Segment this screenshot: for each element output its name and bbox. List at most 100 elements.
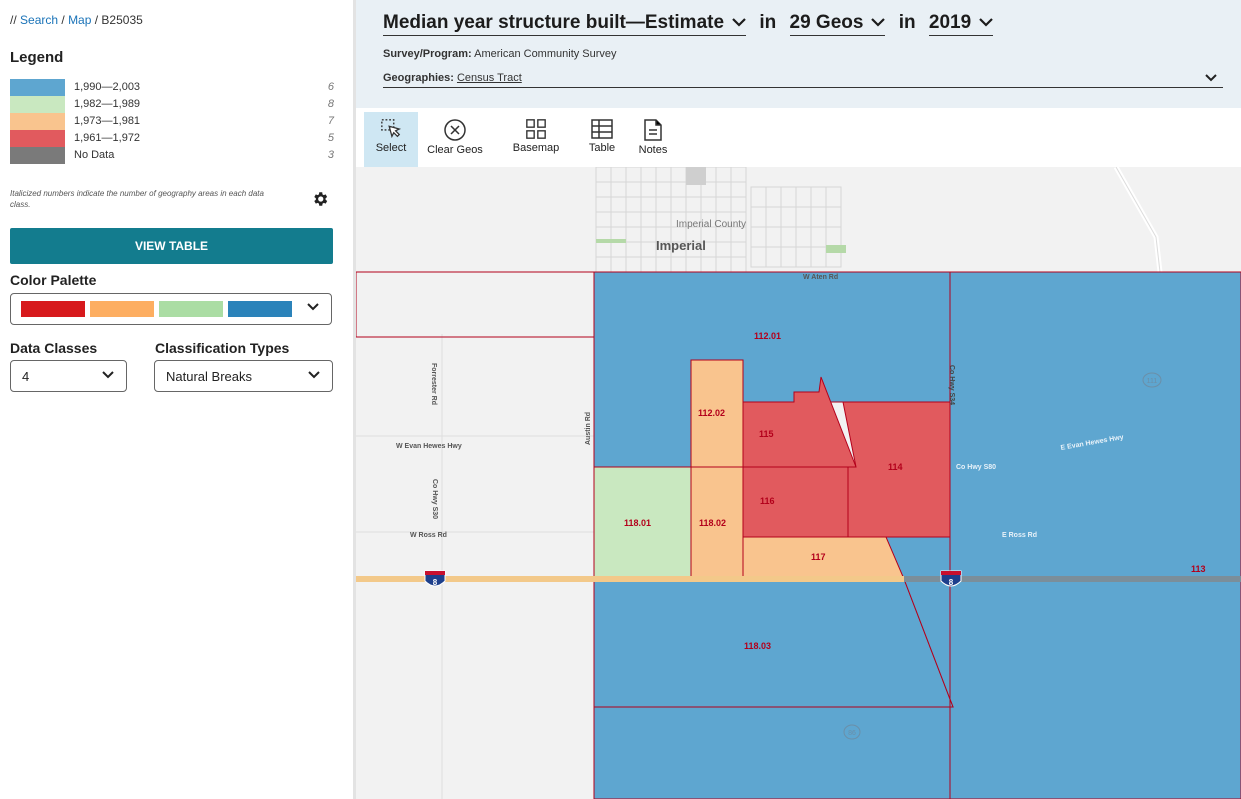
legend-swatch	[10, 96, 65, 113]
breadcrumb-sep: /	[91, 13, 102, 27]
state-route-shield-label: 86	[848, 730, 856, 737]
legend-swatch	[10, 113, 65, 130]
legend-swatch	[10, 79, 65, 96]
road-label: W Aten Rd	[803, 274, 838, 281]
tract-118-03[interactable]	[593, 578, 954, 708]
geos-dropdown[interactable]: 29 Geos	[789, 12, 886, 36]
data-classes-label: Data Classes	[10, 340, 98, 356]
breadcrumb: // Search / Map / B25035	[10, 13, 143, 27]
legend-count: 7	[327, 115, 334, 127]
map-canvas[interactable]: 8 8 111 86 Imperial County Imperial W At…	[356, 167, 1241, 799]
road-label: W Ross Rd	[410, 532, 447, 539]
road-label: Co Hwy S80	[956, 464, 996, 471]
city-label: Imperial	[656, 238, 706, 253]
year-dropdown[interactable]: 2019	[928, 12, 994, 36]
building-area	[686, 167, 706, 185]
sidebar: // Search / Map / B25035 Legend 1,990—2,…	[0, 0, 345, 799]
tract-label: 115	[759, 429, 774, 439]
legend-range: 1,990—2,003	[74, 81, 141, 93]
view-table-button[interactable]: VIEW TABLE	[10, 228, 333, 264]
chevron-down-icon	[102, 371, 114, 379]
geographies-dropdown[interactable]: Geographies: Census Tract	[383, 72, 1223, 88]
data-classes-select[interactable]: 4	[10, 360, 127, 392]
road-label: Austin Rd	[585, 412, 592, 445]
tract-label: 113	[1191, 564, 1206, 574]
in-word: in	[759, 12, 777, 33]
breadcrumb-prefix: //	[10, 13, 21, 27]
legend-item: 1,961—1,972 5	[10, 130, 334, 147]
interstate-shield-label: 8	[949, 578, 954, 587]
legend-item: 1,982—1,989 8	[10, 96, 334, 113]
basemap-label: Basemap	[512, 142, 560, 154]
palette-swatch	[159, 301, 223, 317]
tract-label: 116	[760, 496, 775, 506]
legend-item: 1,990—2,003 6	[10, 79, 334, 96]
notes-icon	[644, 119, 662, 141]
variable-dropdown[interactable]: Median year structure built—Estimate	[383, 12, 747, 36]
survey-label: Survey/Program:	[383, 48, 472, 60]
palette-swatch	[21, 301, 85, 317]
park-area	[596, 239, 626, 243]
breadcrumb-search-link[interactable]: Search	[20, 13, 58, 27]
basemap-button[interactable]: Basemap	[506, 112, 566, 167]
tract-label: 114	[888, 462, 903, 472]
legend-note: Italicized numbers indicate the number o…	[10, 189, 264, 209]
gear-icon[interactable]	[311, 190, 329, 208]
legend-list: 1,990—2,003 6 1,982—1,989 8 1,973—1,981 …	[10, 79, 334, 164]
notes-label: Notes	[638, 144, 668, 156]
survey-line: Survey/Program: American Community Surve…	[383, 48, 617, 60]
table-button[interactable]: Table	[582, 112, 622, 167]
legend-range: No Data	[74, 149, 115, 161]
breadcrumb-sep: /	[58, 13, 69, 27]
palette-swatch	[90, 301, 154, 317]
tract-label: 118.03	[744, 641, 771, 651]
table-icon	[591, 119, 613, 139]
select-tool-button[interactable]: Select	[364, 112, 418, 167]
state-route-shield-label: 111	[1147, 378, 1158, 385]
notes-button[interactable]: Notes	[632, 112, 674, 167]
year-label: 2019	[928, 12, 972, 33]
choropleth-map[interactable]: 8 8 111 86 Imperial County Imperial W At…	[356, 167, 1241, 799]
tract-label: 112.01	[754, 331, 781, 341]
color-palette-label: Color Palette	[10, 272, 97, 288]
chevron-down-icon	[979, 18, 993, 28]
survey-value: American Community Survey	[474, 48, 617, 60]
interstate-shield-label: 8	[433, 578, 438, 587]
chevron-down-icon	[732, 18, 746, 28]
geographies-value: Census Tract	[456, 72, 522, 84]
legend-swatch	[10, 130, 65, 147]
geographies-label: Geographies:	[383, 72, 454, 84]
color-palette-select[interactable]	[10, 293, 332, 325]
breadcrumb-map-link[interactable]: Map	[68, 13, 91, 27]
tract-label: 112.02	[698, 408, 725, 418]
legend-range: 1,973—1,981	[74, 115, 141, 127]
palette-swatch	[228, 301, 292, 317]
chevron-down-icon	[871, 18, 886, 28]
legend-count: 6	[327, 81, 334, 93]
variable-label: Median year structure built—Estimate	[383, 12, 725, 33]
chevron-down-icon	[1205, 74, 1217, 82]
map-header: Median year structure built—Estimate in …	[356, 0, 1241, 108]
chevron-down-icon	[308, 371, 320, 379]
classification-types-label: Classification Types	[155, 340, 290, 356]
in-word: in	[898, 12, 916, 33]
classification-types-select[interactable]: Natural Breaks	[154, 360, 333, 392]
county-label: Imperial County	[676, 219, 746, 230]
tract-label: 117	[811, 552, 826, 562]
select-tool-label: Select	[375, 142, 407, 154]
clear-icon	[444, 119, 466, 141]
road-label: Co Hwy S34	[948, 365, 955, 405]
geos-label: 29 Geos	[789, 12, 864, 33]
tract-113[interactable]	[949, 271, 1241, 799]
data-classes-value: 4	[22, 369, 30, 384]
clear-geos-button[interactable]: Clear Geos	[424, 112, 486, 167]
legend-swatch	[10, 147, 65, 164]
road-label: W Evan Hewes Hwy	[396, 443, 462, 450]
road-label: Co Hwy S30	[431, 479, 438, 519]
legend-count: 3	[327, 149, 334, 161]
map-toolbar: Select Clear Geos Basemap Table Notes	[356, 108, 1241, 167]
select-icon	[381, 119, 402, 139]
legend-range: 1,982—1,989	[74, 98, 141, 110]
tract-116[interactable]	[742, 466, 849, 538]
park-area	[826, 245, 846, 253]
